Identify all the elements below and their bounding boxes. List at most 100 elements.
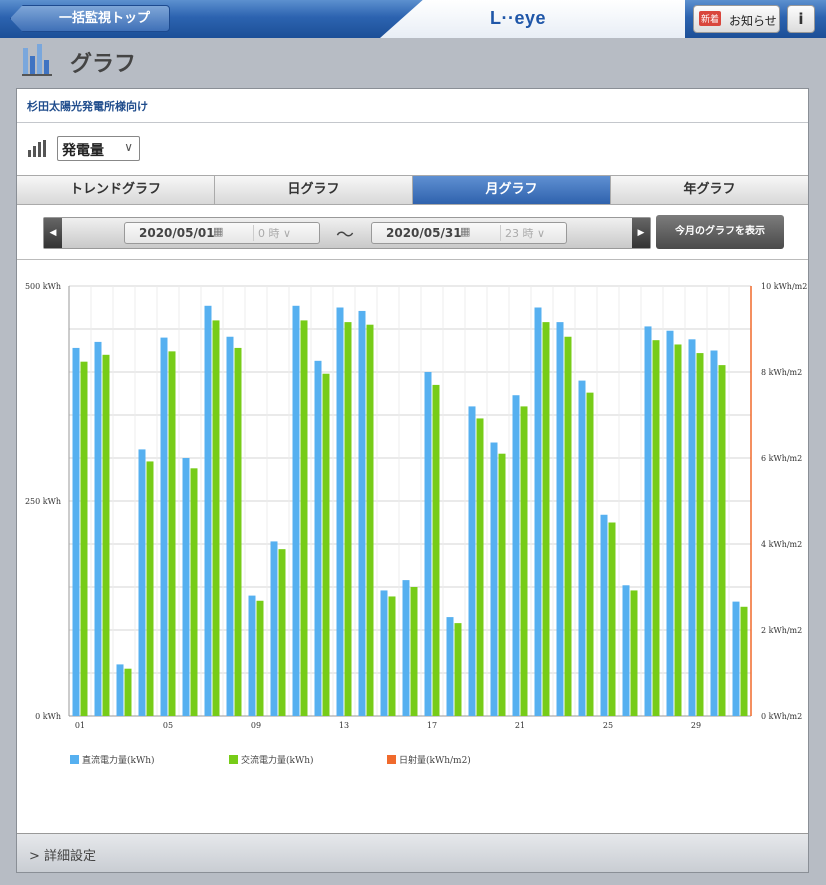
divider <box>17 259 808 260</box>
bar-dc <box>666 330 674 716</box>
right-tick-label: 2 kWh/m2 <box>761 626 802 635</box>
right-tick-label: 6 kWh/m2 <box>761 454 802 463</box>
bar-ac <box>278 549 286 716</box>
x-tick-label: 17 <box>427 721 437 730</box>
bar-ac <box>190 468 198 716</box>
right-tick-label: 8 kWh/m2 <box>761 368 802 377</box>
bar-dc <box>138 449 146 716</box>
graph-tabs: トレンドグラフ 日グラフ 月グラフ 年グラフ <box>17 175 808 205</box>
page-title: グラフ <box>70 52 137 77</box>
detail-settings-toggle[interactable]: > 詳細設定 <box>17 833 808 872</box>
detail-settings-text: 詳細設定 <box>44 849 97 864</box>
x-tick-label: 13 <box>339 721 349 730</box>
bar-ac <box>586 392 594 716</box>
bar-ac <box>542 322 550 716</box>
bar-dc <box>314 360 322 716</box>
bar-ac <box>630 590 638 716</box>
notice-button[interactable]: 新着 お知らせ <box>693 5 780 33</box>
date-range-bar: ◀ 2020/05/01 ▦ 0 時 ∨ 〜 2020/05/31 ▦ 23 時… <box>43 217 651 249</box>
bar-dc <box>512 395 520 716</box>
bar-ac <box>410 587 418 716</box>
tab-daily-graph[interactable]: 日グラフ <box>215 176 413 204</box>
range-separator: 〜 <box>336 225 354 246</box>
bar-dc <box>336 307 344 716</box>
legend-irr: 日射量(kWh/m2) <box>387 753 471 766</box>
start-hour: 0 時 <box>258 227 280 240</box>
end-hour-select[interactable]: 23 時 ∨ <box>500 225 562 241</box>
bar-dc <box>446 617 454 716</box>
bar-ac <box>696 353 704 716</box>
show-this-month-button[interactable]: 今月のグラフを表示 <box>656 215 784 249</box>
chevron-down-icon: ∨ <box>124 140 133 154</box>
bar-ac <box>718 365 726 716</box>
bar-dc <box>402 580 410 716</box>
bar-dc <box>292 305 300 716</box>
calendar-icon[interactable]: ▦ <box>460 225 470 238</box>
left-tick-label: 0 kWh <box>35 712 61 721</box>
calendar-icon[interactable]: ▦ <box>213 225 223 238</box>
legend-dc: 直流電力量(kWh) <box>70 753 155 766</box>
tab-monthly-graph[interactable]: 月グラフ <box>413 176 611 204</box>
bar-dc <box>600 514 608 716</box>
left-tick-label: 250 kWh <box>25 497 61 506</box>
notice-label: お知らせ <box>729 14 777 28</box>
legend-swatch-ac <box>229 755 238 764</box>
legend-swatch-irr <box>387 755 396 764</box>
right-tick-label: 10 kWh/m2 <box>761 282 807 291</box>
top-bar: 一括監視トップ L··eye 新着 お知らせ i <box>0 0 826 38</box>
end-date-field[interactable]: 2020/05/31 ▦ 23 時 ∨ <box>371 222 567 244</box>
x-tick-label: 05 <box>163 721 173 730</box>
right-tick-label: 0 kWh/m2 <box>761 712 802 721</box>
bar-dc <box>578 380 586 716</box>
bar-dc <box>160 337 168 716</box>
bar-dc <box>270 541 278 716</box>
bar-dc <box>644 326 652 716</box>
metric-select[interactable]: 発電量 ∨ <box>57 136 140 161</box>
x-tick-label: 09 <box>251 721 261 730</box>
legend-ac: 交流電力量(kWh) <box>229 753 314 766</box>
tab-yearly-graph[interactable]: 年グラフ <box>611 176 808 204</box>
info-button[interactable]: i <box>787 5 815 33</box>
bar-ac <box>168 351 176 716</box>
legend-label-irr: 日射量(kWh/m2) <box>399 756 471 766</box>
bar-ac <box>234 347 242 716</box>
bar-dc <box>182 458 190 716</box>
bar-dc <box>226 336 234 716</box>
bar-chart-icon <box>28 140 46 157</box>
x-tick-label: 01 <box>75 721 85 730</box>
detail-settings-label: > 詳細設定 <box>29 849 97 864</box>
bar-ac <box>520 406 528 716</box>
x-tick-label: 25 <box>603 721 613 730</box>
bar-ac <box>124 668 132 716</box>
bar-dc <box>358 310 366 716</box>
bar-dc <box>94 341 102 716</box>
prev-period-button[interactable]: ◀ <box>44 218 62 248</box>
start-hour-select[interactable]: 0 時 ∨ <box>253 225 315 241</box>
bar-dc <box>710 350 718 716</box>
bar-ac <box>652 340 660 716</box>
bar-dc <box>490 442 498 716</box>
bar-ac <box>212 320 220 716</box>
site-name: 杉田太陽光発電所様向け <box>27 100 148 113</box>
bar-dc <box>72 347 80 716</box>
bar-dc <box>380 590 388 716</box>
bar-ac <box>146 461 154 716</box>
bar-dc <box>534 307 542 716</box>
next-period-button[interactable]: ▶ <box>632 218 650 248</box>
bar-ac <box>300 320 308 716</box>
left-tick-label: 500 kWh <box>25 282 61 291</box>
bar-dc <box>204 305 212 716</box>
bar-dc <box>116 664 124 716</box>
back-to-overview-button[interactable]: 一括監視トップ <box>10 5 170 32</box>
bar-ac <box>740 606 748 716</box>
legend-label-dc: 直流電力量(kWh) <box>82 756 155 766</box>
x-tick-label: 21 <box>515 721 525 730</box>
bar-ac <box>344 322 352 716</box>
bar-ac <box>322 373 330 716</box>
legend-swatch-dc <box>70 755 79 764</box>
tab-trend-graph[interactable]: トレンドグラフ <box>17 176 215 204</box>
graph-page-icon <box>22 44 52 76</box>
start-date-field[interactable]: 2020/05/01 ▦ 0 時 ∨ <box>124 222 320 244</box>
new-badge: 新着 <box>699 11 722 26</box>
bar-ac <box>80 361 88 716</box>
